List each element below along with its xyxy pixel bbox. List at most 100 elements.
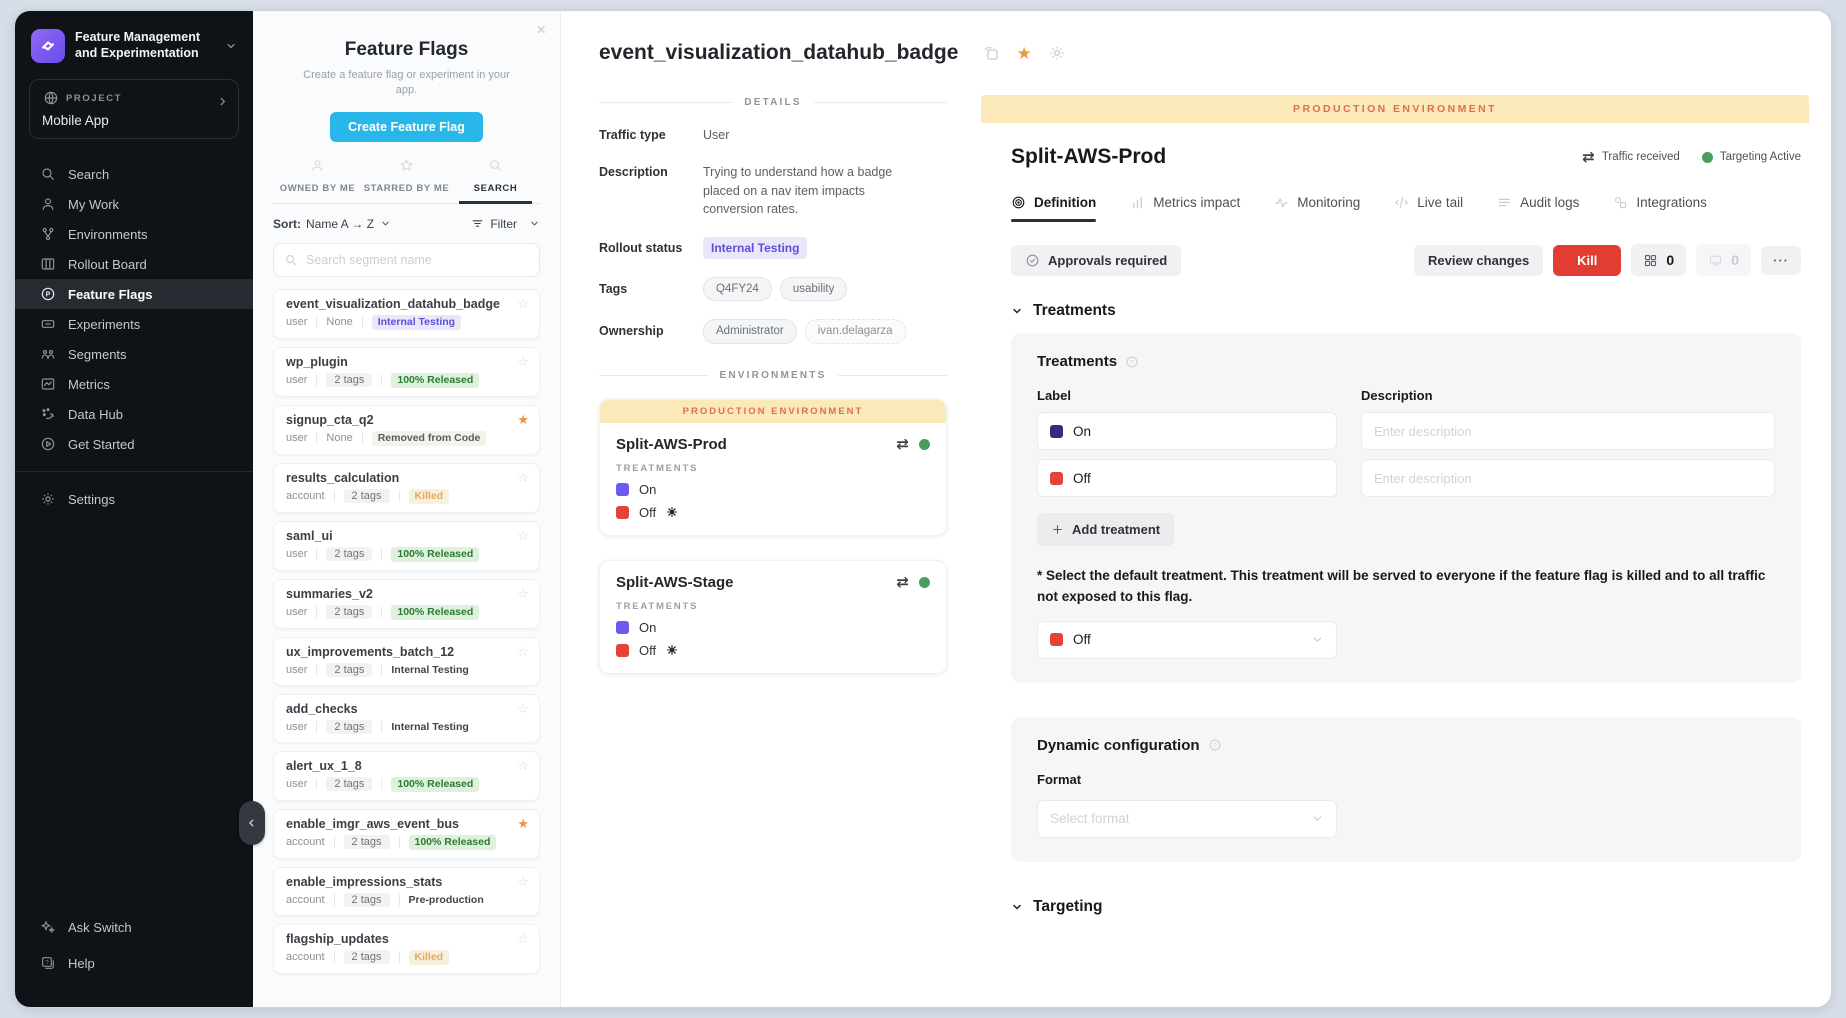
treatment-description-input[interactable] xyxy=(1361,459,1775,497)
star-filled-icon[interactable]: ★ xyxy=(1016,45,1031,62)
star-outline-icon[interactable]: ☆ xyxy=(517,296,529,312)
flag-card[interactable]: wp_plugin ☆ user2 tags100% Released xyxy=(273,347,540,397)
sidebar-item-data-hub[interactable]: Data Hub xyxy=(15,399,253,429)
owner-pill[interactable]: ivan.delagarza xyxy=(805,319,906,343)
create-feature-flag-button[interactable]: Create Feature Flag xyxy=(330,112,483,142)
production-environment-banner: PRODUCTION ENVIRONMENT xyxy=(981,95,1809,123)
review-changes-button[interactable]: Review changes xyxy=(1414,245,1543,276)
flag-card[interactable]: flagship_updates ☆ account2 tagsKilled xyxy=(273,924,540,974)
sidebar-item-my-work[interactable]: My Work xyxy=(15,189,253,219)
targeting-section-toggle[interactable]: Targeting xyxy=(1011,898,1801,916)
default-treatment-asterisk-icon xyxy=(666,644,678,656)
flag-card[interactable]: enable_impressions_stats ☆ account2 tags… xyxy=(273,867,540,916)
flag-card[interactable]: alert_ux_1_8 ☆ user2 tags100% Released xyxy=(273,751,540,801)
sidebar-item-segments[interactable]: Segments xyxy=(15,339,253,369)
flag-card[interactable]: results_calculation ☆ account2 tagsKille… xyxy=(273,463,540,513)
treatment-off-swatch xyxy=(1050,633,1063,646)
flag-card[interactable]: signup_cta_q2 ★ userNoneRemoved from Cod… xyxy=(273,405,540,455)
star-outline-icon[interactable]: ☆ xyxy=(517,644,529,660)
status-badge: Removed from Code xyxy=(372,431,487,446)
owner-pill[interactable]: Administrator xyxy=(703,319,797,343)
sidebar-collapse-handle[interactable] xyxy=(239,801,265,845)
sidebar-item-experiments[interactable]: Experiments xyxy=(15,309,253,339)
data-hub-icon xyxy=(39,406,56,422)
format-select[interactable]: Select format xyxy=(1037,800,1337,838)
project-selector[interactable]: PROJECT Mobile App xyxy=(29,79,239,139)
targeting-active-dot xyxy=(1702,152,1713,163)
star-filled-icon[interactable]: ★ xyxy=(517,816,529,832)
kill-button[interactable]: Kill xyxy=(1553,245,1621,276)
code-slash-icon xyxy=(1394,195,1409,210)
play-circle-icon xyxy=(39,436,56,452)
tab-search[interactable]: SEARCH xyxy=(451,158,540,203)
pulse-icon xyxy=(1274,195,1289,210)
star-outline-icon[interactable]: ☆ xyxy=(517,701,529,717)
sidebar-item-search[interactable]: Search xyxy=(15,159,253,189)
treatments-card: Treatments ? Label Description On xyxy=(1011,333,1801,683)
flag-card[interactable]: saml_ui ☆ user2 tags100% Released xyxy=(273,521,540,571)
environment-tabs: Definition Metrics impact Monitoring xyxy=(1011,195,1801,222)
star-filled-icon[interactable]: ★ xyxy=(517,412,529,428)
filter-button[interactable]: Filter xyxy=(471,217,540,231)
search-input[interactable] xyxy=(306,253,529,267)
chevron-down-icon xyxy=(1311,812,1324,825)
sidebar-item-help[interactable]: ? Help xyxy=(15,945,253,981)
add-treatment-button[interactable]: Add treatment xyxy=(1037,513,1174,546)
tab-definition[interactable]: Definition xyxy=(1011,195,1096,222)
sidebar-item-metrics[interactable]: Metrics xyxy=(15,369,253,399)
star-outline-icon[interactable]: ☆ xyxy=(517,874,529,890)
sidebar-item-settings[interactable]: Settings xyxy=(15,484,253,514)
default-treatment-select[interactable]: Off xyxy=(1037,621,1337,659)
sidebar-item-environments[interactable]: Environments xyxy=(15,219,253,249)
flag-card[interactable]: add_checks ☆ user2 tagsInternal Testing xyxy=(273,694,540,743)
bar-chart-icon xyxy=(1130,195,1145,210)
star-outline-icon[interactable]: ☆ xyxy=(517,758,529,774)
tag-pill[interactable]: usability xyxy=(780,277,848,301)
treatment-label-input[interactable]: Off xyxy=(1037,459,1337,497)
tab-monitoring[interactable]: Monitoring xyxy=(1274,195,1360,222)
star-outline-icon[interactable]: ☆ xyxy=(517,586,529,602)
close-icon[interactable]: × xyxy=(536,21,546,38)
format-label: Format xyxy=(1037,772,1775,787)
org-switcher[interactable]: Feature Managementand Experimentation xyxy=(29,29,239,63)
panel-title: Feature Flags xyxy=(273,39,540,61)
sidebar-item-feature-flags[interactable]: P Feature Flags xyxy=(15,279,253,309)
treatments-section-toggle[interactable]: Treatments xyxy=(1011,302,1801,320)
more-options-button[interactable]: ··· xyxy=(1761,246,1801,275)
tab-metrics-impact[interactable]: Metrics impact xyxy=(1130,195,1240,222)
approvals-required-button[interactable]: Approvals required xyxy=(1011,245,1181,276)
page-title: event_visualization_datahub_badge xyxy=(599,41,958,65)
flag-card[interactable]: enable_imgr_aws_event_bus ★ account2 tag… xyxy=(273,809,540,859)
environment-card-prod[interactable]: PRODUCTION ENVIRONMENT Split-AWS-Prod ⇄ … xyxy=(599,399,947,536)
environment-name: Split-AWS-Prod xyxy=(616,436,896,453)
star-outline-icon[interactable]: ☆ xyxy=(517,528,529,544)
star-outline-icon[interactable]: ☆ xyxy=(517,931,529,947)
flag-card[interactable]: summaries_v2 ☆ user2 tags100% Released xyxy=(273,579,540,629)
rules-count-button[interactable]: 0 xyxy=(1696,244,1751,276)
sidebar-item-ask-switch[interactable]: Ask Switch xyxy=(15,909,253,945)
board-icon xyxy=(39,256,56,272)
star-outline-icon[interactable]: ☆ xyxy=(517,354,529,370)
sort-value[interactable]: Name A → Z xyxy=(306,217,374,231)
tab-audit-logs[interactable]: Audit logs xyxy=(1497,195,1579,222)
copy-icon[interactable] xyxy=(982,44,1000,62)
search-icon xyxy=(284,253,298,267)
treatment-label-input[interactable]: On xyxy=(1037,412,1337,450)
tag-pill[interactable]: Q4FY24 xyxy=(703,277,772,301)
gear-icon[interactable] xyxy=(1048,44,1066,62)
sidebar-item-rollout-board[interactable]: Rollout Board xyxy=(15,249,253,279)
environment-card-stage[interactable]: Split-AWS-Stage ⇄ TREATMENTS On xyxy=(599,560,947,674)
treatment-on-swatch xyxy=(1050,425,1063,438)
flag-card[interactable]: event_visualization_datahub_badge ☆ user… xyxy=(273,289,540,339)
tab-starred-by-me[interactable]: STARRED BY ME xyxy=(362,158,451,203)
sidebar-item-get-started[interactable]: Get Started xyxy=(15,429,253,459)
flag-card[interactable]: ux_improvements_batch_12 ☆ user2 tagsInt… xyxy=(273,637,540,686)
star-outline-icon[interactable]: ☆ xyxy=(517,470,529,486)
tab-integrations[interactable]: Integrations xyxy=(1613,195,1707,222)
flag-detail-region: event_visualization_datahub_badge ★ DETA… xyxy=(561,11,1831,1007)
tab-owned-by-me[interactable]: OWNED BY ME xyxy=(273,158,362,203)
segments-count-button[interactable]: 0 xyxy=(1631,244,1686,276)
integrations-icon xyxy=(1613,195,1628,210)
tab-live-tail[interactable]: Live tail xyxy=(1394,195,1463,222)
treatment-description-input[interactable] xyxy=(1361,412,1775,450)
